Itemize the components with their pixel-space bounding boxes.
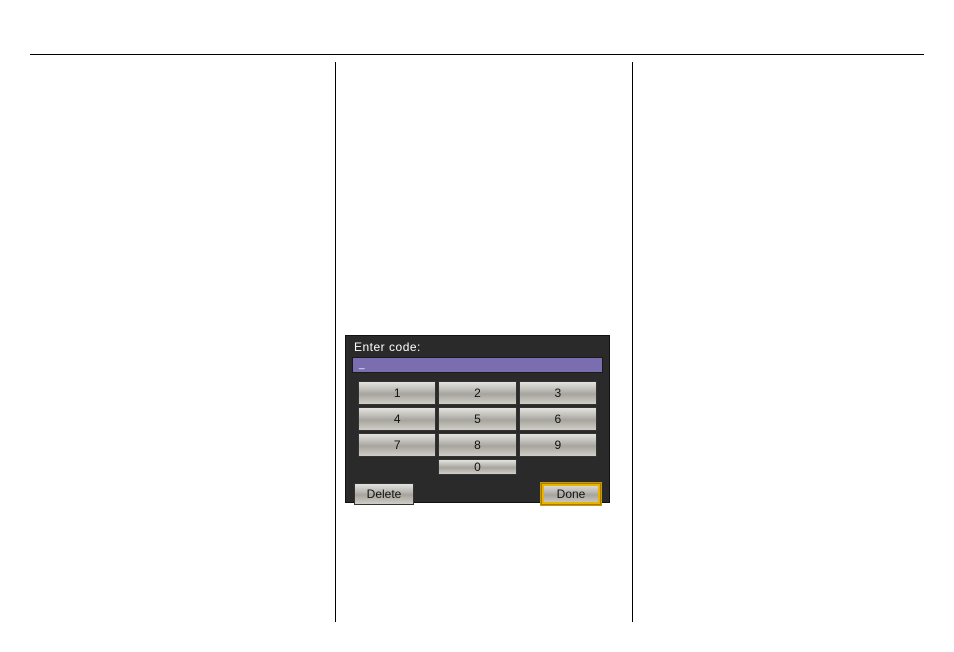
- key-0[interactable]: 0: [438, 459, 516, 475]
- number-grid: 1 2 3 4 5 6 7 8 9: [352, 381, 603, 457]
- key-2[interactable]: 2: [438, 381, 516, 405]
- key-8[interactable]: 8: [438, 433, 516, 457]
- key-6[interactable]: 6: [519, 407, 597, 431]
- keypad-panel: Enter code: _ 1 2 3 4 5 6 7 8 9 0 Delete…: [345, 335, 610, 503]
- zero-row: 0: [352, 459, 603, 475]
- action-row: Delete Done: [352, 483, 603, 505]
- horizontal-rule: [30, 54, 924, 55]
- key-1[interactable]: 1: [358, 381, 436, 405]
- column-divider: [632, 62, 633, 622]
- spacer: [358, 459, 436, 475]
- delete-button[interactable]: Delete: [354, 483, 414, 505]
- code-input-display[interactable]: _: [352, 357, 603, 373]
- key-7[interactable]: 7: [358, 433, 436, 457]
- prompt-label: Enter code:: [352, 340, 603, 354]
- key-5[interactable]: 5: [438, 407, 516, 431]
- key-3[interactable]: 3: [519, 381, 597, 405]
- key-9[interactable]: 9: [519, 433, 597, 457]
- column-divider: [335, 62, 336, 622]
- done-button[interactable]: Done: [541, 483, 601, 505]
- spacer: [519, 459, 597, 475]
- key-4[interactable]: 4: [358, 407, 436, 431]
